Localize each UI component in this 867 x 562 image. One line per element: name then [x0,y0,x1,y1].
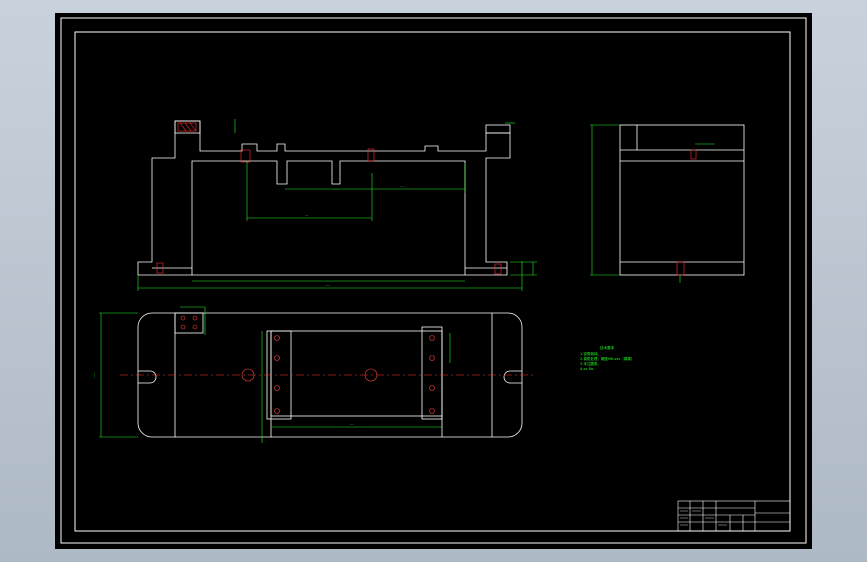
notes-line-1: 1.锐角倒钝。 [580,351,601,356]
front-view-hatch [156,122,502,275]
front-overall-dim: ——— [325,283,331,287]
plan-width-dim: ——— [92,372,96,378]
side-view-dimensions [590,124,715,283]
title-block [677,500,791,532]
side-view-details [676,149,697,276]
drawing-border [60,17,807,544]
technical-notes: 技术要求 1.锐角倒钝。 2.调质处理，硬度HB-xxx（模糊） 3.未注圆角。… [580,345,634,371]
title-block-fill [680,510,727,526]
notes-title: 技术要求 [600,345,614,350]
front-view [137,120,511,276]
front-inner-dim: —— [305,213,309,217]
notes-line-3: 3.未注圆角。 [580,361,601,366]
notes-line-4: 4.xx Ra. [580,367,594,371]
front-depth-dim: —— [400,184,404,188]
side-view [619,124,745,276]
front-view-dimensions [137,119,537,291]
drawing-frame [74,31,791,532]
notes-line-2: 2.调质处理，硬度HB-xxx（模糊） [580,356,634,361]
cad-drawing-canvas: ——— —— —— —— ——— 技术要求 1.锐角倒钝。 2.调质处理，硬度H… [60,17,807,544]
cad-drawing-viewport[interactable]: ——— —— —— —— ——— 技术要求 1.锐角倒钝。 2.调质处理，硬度H… [55,13,812,549]
plan-inner-dim: —— [350,422,354,426]
